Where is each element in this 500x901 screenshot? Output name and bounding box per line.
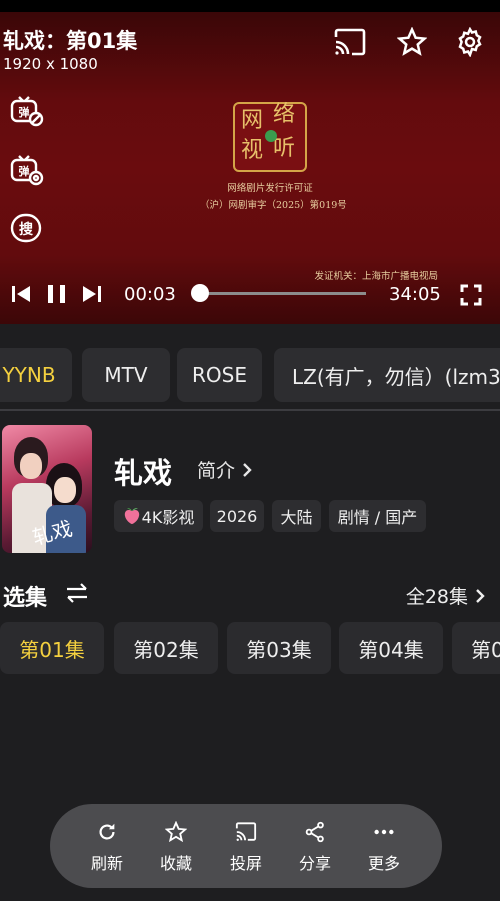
all-episodes-link[interactable]: 全28集: [406, 582, 486, 609]
divider: [0, 409, 500, 411]
episode-item[interactable]: 第02集: [114, 622, 218, 674]
chevron-right-icon: [243, 462, 252, 477]
gear-icon[interactable]: [452, 24, 488, 60]
star-icon[interactable]: [394, 24, 430, 60]
danmaku-off-icon[interactable]: 弹: [10, 95, 44, 127]
tag-source: 4K影视: [114, 500, 203, 532]
episode-list: 第01集 第02集 第03集 第04集 第0: [0, 622, 500, 674]
show-title: 轧戏: [114, 456, 173, 490]
tag-genre: 剧情 / 国产: [329, 500, 426, 532]
cast-button[interactable]: 投屏: [216, 804, 276, 888]
pause-icon[interactable]: [46, 284, 68, 308]
favorite-button[interactable]: 收藏: [146, 804, 206, 888]
more-button[interactable]: 更多: [354, 804, 414, 888]
cast-label: 投屏: [229, 854, 262, 873]
license-line-2: （沪）网剧审字（2025）第019号: [200, 200, 347, 211]
license-issuer: 发证机关：上海市广播电视局: [314, 271, 438, 282]
share-label: 分享: [298, 854, 331, 873]
danmaku-settings-icon[interactable]: 弹: [10, 154, 44, 186]
video-title: 轧戏：第01集: [3, 29, 138, 53]
refresh-icon: [99, 823, 115, 840]
previous-icon[interactable]: [10, 284, 32, 308]
cast-icon: [235, 822, 257, 841]
video-player[interactable]: 轧戏：第01集 1920 x 1080 弹 弹 搜 网 络 视 听 网络剧片发行…: [0, 12, 500, 324]
license-seal-logo: 网 络 视 听: [233, 102, 307, 172]
episode-item[interactable]: 第01集: [0, 622, 104, 674]
source-tab[interactable]: ROSE: [177, 348, 262, 402]
bottom-action-bar: 刷新 收藏 投屏 分享 更多: [50, 804, 442, 888]
status-bar: [0, 0, 500, 12]
share-button[interactable]: 分享: [285, 804, 345, 888]
source-tab[interactable]: MTV: [82, 348, 170, 402]
progress-thumb[interactable]: [191, 284, 209, 302]
share-icon: [305, 821, 324, 843]
license-watermark: 网 络 视 听 网络剧片发行许可证 （沪）网剧审字（2025）第019号: [200, 102, 347, 213]
episode-item[interactable]: 第0: [452, 622, 500, 674]
duration: 34:05: [389, 284, 441, 305]
refresh-label: 刷新: [90, 854, 123, 873]
intro-label: 简介: [197, 460, 236, 482]
tag-year: 2026: [210, 500, 264, 532]
cast-icon[interactable]: [332, 24, 368, 60]
peach-icon: [124, 508, 139, 524]
tag-label: 4K影视: [141, 508, 195, 527]
episode-item[interactable]: 第03集: [227, 622, 331, 674]
current-time: 00:03: [124, 284, 176, 305]
fullscreen-icon[interactable]: [460, 284, 482, 310]
poster-image[interactable]: 轧戏: [2, 425, 92, 553]
more-icon: [374, 829, 394, 835]
search-icon[interactable]: 搜: [10, 212, 44, 244]
source-tab[interactable]: LZ(有广，勿信）(lzm3: [274, 348, 500, 402]
more-label: 更多: [367, 854, 400, 873]
swap-order-icon[interactable]: [64, 580, 90, 606]
danmaku-label: 弹: [18, 106, 30, 119]
progress-bar[interactable]: [200, 292, 366, 295]
tag-region: 大陆: [272, 500, 321, 532]
intro-link[interactable]: 简介: [197, 456, 253, 483]
source-tabs: YYNB MTV ROSE LZ(有广，勿信）(lzm3: [0, 348, 500, 402]
source-tab[interactable]: YYNB: [0, 348, 72, 402]
video-resolution: 1920 x 1080: [3, 55, 98, 73]
all-episodes-label: 全28集: [405, 586, 468, 608]
license-line-1: 网络剧片发行许可证: [227, 183, 313, 194]
next-icon[interactable]: [81, 284, 103, 308]
refresh-button[interactable]: 刷新: [77, 804, 137, 888]
episode-item[interactable]: 第04集: [339, 622, 443, 674]
chevron-right-icon: [476, 588, 485, 603]
danmaku-label: 弹: [18, 165, 30, 178]
episodes-heading: 选集: [3, 586, 48, 611]
search-label: 搜: [19, 222, 33, 238]
star-icon: [165, 821, 187, 843]
favorite-label: 收藏: [159, 854, 192, 873]
